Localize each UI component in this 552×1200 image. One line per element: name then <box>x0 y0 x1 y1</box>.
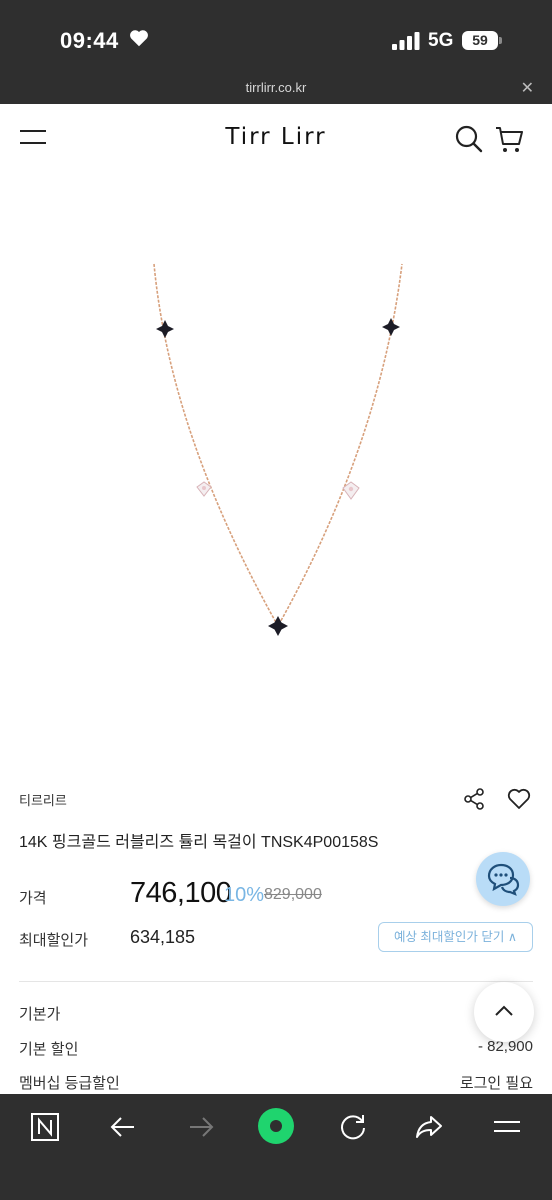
max-discount-price: 634,185 <box>130 927 196 947</box>
browser-url-bar[interactable]: tirrlirr.co.kr ✕ <box>0 76 552 104</box>
heart-status-icon <box>130 30 148 47</box>
heart-icon[interactable] <box>506 786 532 812</box>
base-price-label: 기본가 <box>19 1006 61 1023</box>
price-label: 가격 <box>19 890 47 907</box>
battery-icon: 59 <box>462 31 498 50</box>
network-type: 5G <box>428 30 454 51</box>
brand-name[interactable]: 티르리르 <box>19 790 67 809</box>
black-flower-charm <box>382 318 400 336</box>
refresh-icon[interactable] <box>338 1112 368 1142</box>
original-price: 829,000 <box>264 886 322 903</box>
back-arrow-icon[interactable] <box>108 1112 138 1142</box>
url-text[interactable]: tirrlirr.co.kr <box>0 80 552 95</box>
membership-discount-value[interactable]: 로그인 필요 <box>460 1072 533 1093</box>
green-dot-icon[interactable] <box>256 1106 296 1146</box>
product-image <box>153 263 403 636</box>
naver-home-icon[interactable] <box>30 1112 60 1142</box>
sale-price: 746,100 <box>130 877 232 909</box>
forward-arrow-icon[interactable] <box>186 1112 216 1142</box>
battery-tip <box>499 37 502 44</box>
black-flower-charm <box>156 320 174 338</box>
status-bar: 09:44 5G 59 <box>0 0 552 76</box>
chat-button[interactable] <box>476 852 530 906</box>
black-flower-charm <box>268 616 288 636</box>
base-discount-label: 기본 할인 <box>19 1041 79 1058</box>
browser-bottom-bar <box>0 1094 552 1200</box>
close-icon[interactable]: ✕ <box>521 78 534 98</box>
share-icon[interactable] <box>414 1112 444 1142</box>
toggle-expected-discount-button[interactable]: 예상 최대할인가 닫기 ∧ <box>378 922 533 952</box>
menu-icon[interactable] <box>492 1112 522 1142</box>
membership-discount-label: 멤버십 등급할인 <box>19 1075 120 1092</box>
cellular-signal-icon <box>392 32 420 50</box>
site-header: Tirr Lirr <box>0 104 552 174</box>
max-discount-label: 최대할인가 <box>19 932 89 949</box>
chevron-up-icon <box>495 1005 513 1016</box>
share-icon[interactable] <box>462 787 486 811</box>
divider <box>19 981 533 982</box>
chat-icon <box>487 863 520 896</box>
discount-rate: 10% <box>224 884 265 906</box>
cart-icon[interactable] <box>494 124 524 154</box>
search-icon[interactable] <box>454 124 484 154</box>
scroll-top-button[interactable] <box>474 982 534 1042</box>
status-time: 09:44 <box>60 28 119 53</box>
product-title: 14K 핑크골드 러블리즈 튤리 목걸이 TNSK4P00158S <box>19 834 379 851</box>
